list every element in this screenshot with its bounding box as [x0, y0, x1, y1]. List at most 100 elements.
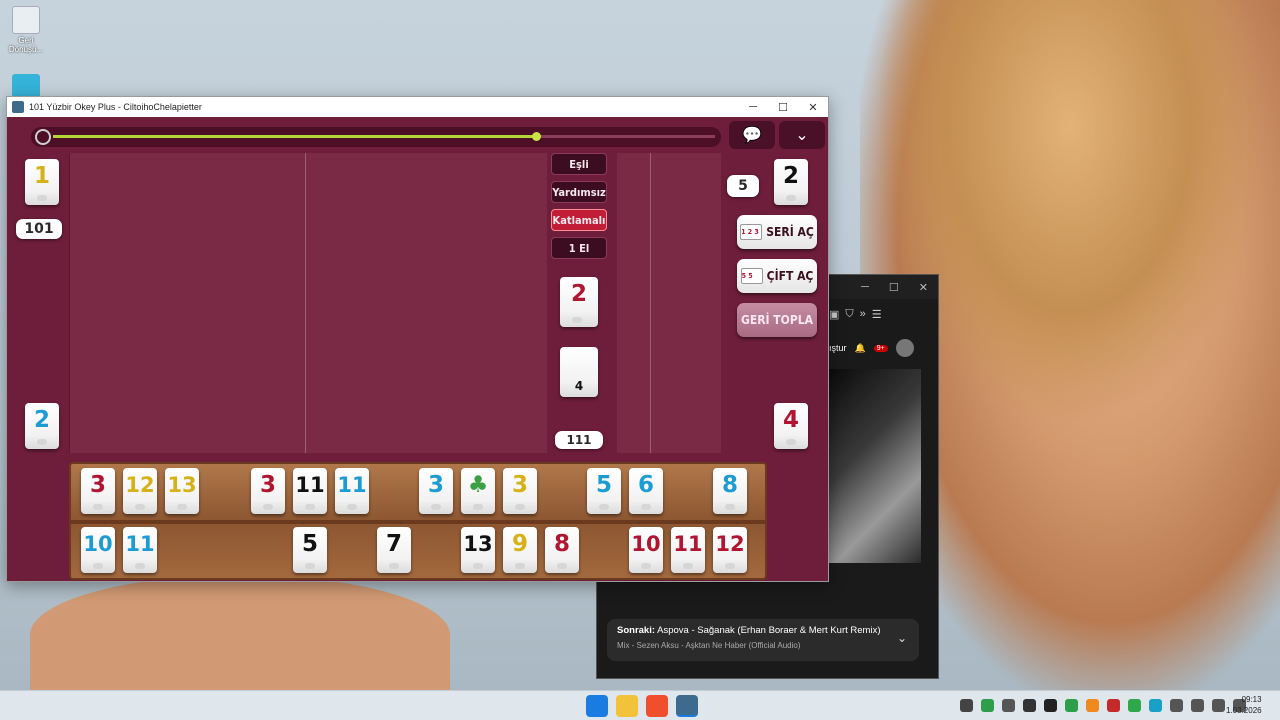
rack-top-tile[interactable]: 3: [419, 468, 453, 514]
score-badge: 101: [16, 219, 62, 239]
browser-minimize-button[interactable]: ─: [861, 281, 869, 293]
shield-icon[interactable]: ⛉: [845, 308, 853, 321]
taskbar-apps: [586, 695, 698, 717]
cift-ac-button[interactable]: 5 5 ÇİFT AÇ: [737, 259, 817, 293]
divider: [305, 153, 306, 453]
rack-top-tile[interactable]: 8: [713, 468, 747, 514]
windows-start-icon[interactable]: [586, 695, 608, 717]
video-player[interactable]: [829, 369, 921, 563]
tray-icon[interactable]: [1065, 699, 1078, 712]
chat-button[interactable]: 💬: [729, 121, 775, 149]
rack-top-tile[interactable]: 11: [293, 468, 327, 514]
microphone-icon[interactable]: [1170, 699, 1183, 712]
rack-bottom-tile[interactable]: 10: [629, 527, 663, 573]
maximize-button[interactable]: ☐: [768, 101, 798, 114]
timer-knob: [532, 132, 542, 141]
chevron-down-icon[interactable]: ⌄: [897, 631, 907, 645]
extension-icon[interactable]: ▣: [829, 308, 839, 321]
search-text[interactable]: ıştur: [829, 343, 847, 353]
browser-close-button[interactable]: ✕: [919, 281, 928, 294]
rack-top-tile[interactable]: 12: [123, 468, 157, 514]
game-table: 💬 ⌄ Eşli Yardımsız Katlamalı 1 El 2 4 11…: [7, 117, 828, 581]
recycle-bin-icon: [12, 6, 40, 34]
tray-icon[interactable]: [1149, 699, 1162, 712]
okey-game-icon[interactable]: [676, 695, 698, 717]
rack-bottom-tile[interactable]: 9: [503, 527, 537, 573]
app-icon: [12, 101, 24, 113]
pair-tiles-icon: 5 5: [740, 268, 763, 284]
seri-ac-button[interactable]: 1 2 3 SERİ AÇ: [737, 215, 817, 249]
discard-area-right: [617, 153, 721, 453]
tile-value: 13: [463, 532, 493, 556]
left-top-tile[interactable]: 1: [25, 159, 59, 205]
rack-top-tile[interactable]: 3: [81, 468, 115, 514]
mix-title: Mix - Sezen Aksu - Aşktan Ne Haber (Offi…: [617, 641, 801, 650]
rack-bottom-tile[interactable]: 7: [377, 527, 411, 573]
brave-browser-icon[interactable]: [646, 695, 668, 717]
tile-value: 3: [511, 472, 528, 498]
system-clock[interactable]: 09:13 1.03.2026: [1226, 694, 1262, 716]
minimize-button[interactable]: ─: [738, 101, 768, 113]
tile-value: 2: [33, 407, 50, 433]
tile-value: 2: [570, 281, 587, 307]
menu-icon[interactable]: ☰: [872, 308, 882, 321]
tray-icon[interactable]: [1128, 699, 1141, 712]
notification-count: 9+: [873, 344, 888, 352]
rack-divider: [71, 520, 765, 524]
rack-top-tile[interactable]: 3: [251, 468, 285, 514]
rack-top-tile[interactable]: 11: [335, 468, 369, 514]
tray-icon[interactable]: [981, 699, 994, 712]
menu-button[interactable]: ⌄: [779, 121, 825, 149]
right-bottom-tile[interactable]: 4: [774, 403, 808, 449]
youtube-header: ıştur 🔔 9+: [829, 333, 939, 363]
tray-icon[interactable]: [1044, 699, 1057, 712]
rack-top-tile[interactable]: 5: [587, 468, 621, 514]
volume-icon[interactable]: [1212, 699, 1225, 712]
more-tools-icon[interactable]: »: [860, 308, 866, 320]
tile-value: 12: [715, 532, 745, 556]
window-title: 101 Yüzbir Okey Plus - CiltoihoChelapiet…: [29, 102, 202, 112]
game-window[interactable]: 101 Yüzbir Okey Plus - CiltoihoChelapiet…: [6, 96, 829, 582]
network-icon[interactable]: [1191, 699, 1204, 712]
left-bottom-tile[interactable]: 2: [25, 403, 59, 449]
tile-value: 5: [595, 472, 612, 498]
tile-value: 11: [295, 473, 325, 497]
rack-top-tile[interactable]: 3: [503, 468, 537, 514]
close-button[interactable]: ✕: [798, 101, 828, 114]
rack-bottom-tile[interactable]: 12: [713, 527, 747, 573]
tray-icon[interactable]: [1023, 699, 1036, 712]
browser-maximize-button[interactable]: ☐: [889, 281, 899, 294]
desktop-icon-recycle-bin[interactable]: Geri Dönüşü...: [8, 6, 44, 54]
tile-rack: 3 12 13 3 11 11 3 ♣ 3 5 6 8 10 11 5 7 13 9 8 10 11 12: [69, 462, 767, 580]
option-1-el: 1 El: [551, 237, 607, 259]
rack-bottom-tile[interactable]: 5: [293, 527, 327, 573]
tray-icon[interactable]: [960, 699, 973, 712]
option-esli: Eşli: [551, 153, 607, 175]
rack-bottom-tile[interactable]: 10: [81, 527, 115, 573]
tile-value: 5: [301, 531, 318, 557]
desktop-icon-label: Geri Dönüşü...: [8, 36, 44, 54]
rack-top-tile[interactable]: ♣: [461, 468, 495, 514]
rack-bottom-tile[interactable]: 13: [461, 527, 495, 573]
rack-top-tile[interactable]: 13: [165, 468, 199, 514]
tray-icon[interactable]: [1107, 699, 1120, 712]
tray-icon[interactable]: [1002, 699, 1015, 712]
rack-bottom-tile[interactable]: 11: [123, 527, 157, 573]
geri-topla-button[interactable]: GERİ TOPLA: [737, 303, 817, 337]
option-yardimsiz: Yardımsız: [551, 181, 607, 203]
tile-value: 4: [574, 379, 584, 393]
series-tiles-icon: 1 2 3: [740, 224, 763, 240]
rack-bottom-tile[interactable]: 11: [671, 527, 705, 573]
rack-bottom-tile[interactable]: 8: [545, 527, 579, 573]
notification-bell-icon[interactable]: 🔔: [855, 343, 866, 354]
rack-top-tile[interactable]: 6: [629, 468, 663, 514]
right-top-tile[interactable]: 2: [774, 159, 808, 205]
deck-tile[interactable]: 4: [560, 347, 598, 397]
tile-value: 7: [385, 531, 402, 557]
avatar[interactable]: [895, 339, 914, 357]
opponent-count-badge: 5: [727, 175, 759, 197]
tray-icon[interactable]: [1086, 699, 1099, 712]
file-explorer-icon[interactable]: [616, 695, 638, 717]
timer-fill: [53, 135, 537, 138]
up-next-card[interactable]: Sonraki: Aspova - Sağanak (Erhan Boraer …: [607, 619, 919, 661]
